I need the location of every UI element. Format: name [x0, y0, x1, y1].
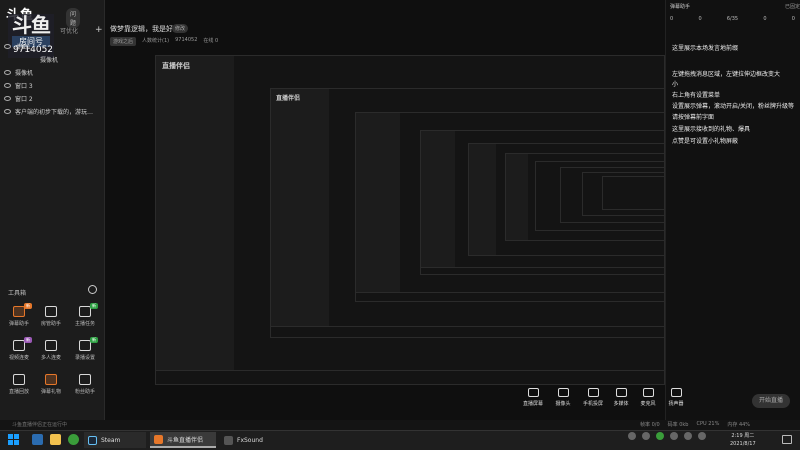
room-overlay-logo: 斗鱼 — [12, 13, 51, 37]
screen-icon — [527, 388, 539, 397]
category-pill[interactable]: 游戏之后 — [110, 37, 137, 46]
taskbar-app-douyu[interactable]: 斗鱼直播伴侣 — [150, 432, 216, 448]
steam-icon — [88, 435, 97, 445]
fan-stat: 0 — [763, 16, 767, 22]
phone-icon — [587, 388, 599, 397]
chat-header: 弹幕助手 — [670, 4, 691, 10]
chat-message: 设置展示弹幕，滚动开启/关闭，粉丝牌升级等 — [672, 103, 795, 110]
crown-icon: 0 — [791, 16, 795, 22]
tool-fans[interactable]: 粉丝助手 — [70, 374, 100, 402]
volume-icon[interactable] — [684, 432, 692, 440]
chat-message: 请按弹幕前字面 — [672, 114, 715, 121]
preview-frame-nested — [602, 176, 665, 210]
source-item[interactable]: 窗口 2 — [4, 92, 104, 104]
taskbar-app-fxsound[interactable]: FxSound — [220, 432, 286, 448]
room-stat: 9714052 — [175, 37, 198, 43]
eye-icon[interactable] — [4, 95, 11, 101]
tray-icon[interactable] — [656, 432, 664, 440]
tool-anchor-task[interactable]: 新主播任务 — [70, 303, 100, 334]
camera-icon — [557, 388, 569, 397]
add-source-button[interactable]: + — [95, 25, 103, 35]
system-tray — [628, 432, 706, 440]
source-item[interactable]: 摄像机 — [4, 66, 104, 78]
taskbar-clock[interactable]: 2:19 周二 2021/8/17 — [730, 432, 756, 448]
chat-message: 这里展示接收到的礼物、爆具 — [672, 126, 751, 133]
microphone-icon — [642, 388, 654, 397]
chat-pin-toggle[interactable]: 已固定 — [785, 3, 800, 10]
chat-message: 小 — [672, 81, 679, 88]
replay-icon — [13, 374, 25, 385]
online-stat: 在线 0 — [203, 38, 219, 44]
edge-icon[interactable] — [32, 434, 43, 445]
chat-message: 右上角有设置菜单 — [672, 92, 721, 99]
taskbar-app-steam[interactable]: Steam — [84, 432, 146, 448]
source-item[interactable]: 窗口 3 — [4, 79, 104, 91]
tool-room-manager[interactable]: 房管助手 — [36, 306, 66, 334]
heart-icon: 0 — [670, 16, 674, 22]
gift-icon — [45, 374, 57, 385]
chat-message: 左键拖拽消息区域，左键拉伸边框改变大 — [672, 71, 781, 78]
source-item[interactable]: 摄像机 — [40, 53, 100, 65]
file-explorer-icon[interactable] — [50, 434, 61, 445]
chrome-icon[interactable] — [68, 434, 79, 445]
eye-icon[interactable] — [4, 82, 11, 88]
windows-start-icon[interactable] — [8, 434, 19, 445]
tray-icon[interactable] — [642, 432, 650, 440]
eye-icon[interactable] — [4, 108, 11, 114]
stream-meta: 游戏之后 人数统计(1) 9714052 在线 0 — [110, 37, 218, 46]
logo-badge[interactable]: 问题 — [66, 8, 81, 28]
notification-icon[interactable] — [782, 435, 792, 444]
people-icon — [45, 340, 57, 351]
stream-title: 做梦靠逻辑，我是好人 — [110, 25, 180, 33]
gift-stat: 0 — [698, 16, 702, 22]
viewer-stat: 人数统计(1) — [142, 38, 170, 44]
tool-record-settings[interactable]: 新录播设置 — [70, 337, 100, 368]
start-stream-button[interactable]: 开始直播 — [752, 394, 790, 408]
toolbox-title: 工具箱 — [8, 290, 27, 297]
chat-panel — [665, 0, 800, 430]
chat-stats: 0 0 6/35 0 0 — [670, 16, 795, 22]
tool-multi-link[interactable]: 多人连麦 — [36, 340, 66, 368]
tray-icon[interactable] — [670, 432, 678, 440]
source-item[interactable]: 客户端的初步下载的，游玩… — [4, 105, 104, 117]
media-icon — [615, 388, 627, 397]
source-item[interactable]: 桌面1 — [4, 40, 104, 52]
chat-message: 点赞是可设置小礼物屏蔽 — [672, 138, 739, 145]
fxsound-icon — [224, 435, 233, 445]
tool-danmu-helper[interactable]: 新弹幕助手 — [4, 303, 34, 334]
fans-icon — [79, 374, 91, 385]
eye-icon[interactable] — [4, 69, 11, 75]
tool-replay[interactable]: 直播回放 — [4, 374, 34, 402]
edit-title-button[interactable]: 修改 — [172, 24, 189, 33]
status-text: 斗鱼直播伴侣正在运行中 — [12, 422, 68, 428]
tray-icon[interactable] — [628, 432, 636, 440]
douyu-icon — [154, 434, 163, 444]
tool-video-link[interactable]: 新视频连麦 — [4, 337, 34, 368]
speaker-icon — [670, 388, 682, 397]
status-stats: 帧率 0/0 码率 0kb CPU 21% 内存 44% — [640, 421, 751, 428]
viewer-stat: 6/35 — [726, 16, 739, 22]
network-icon[interactable] — [698, 432, 706, 440]
tool-gift[interactable]: 弹幕礼物 — [36, 374, 66, 402]
chat-message: 这里展示本场发言地前缀 — [672, 45, 739, 52]
eye-icon[interactable] — [4, 43, 11, 49]
shield-icon — [45, 306, 57, 317]
settings-icon[interactable] — [88, 285, 97, 294]
speaker-button[interactable]: 扬声器 — [658, 388, 694, 407]
